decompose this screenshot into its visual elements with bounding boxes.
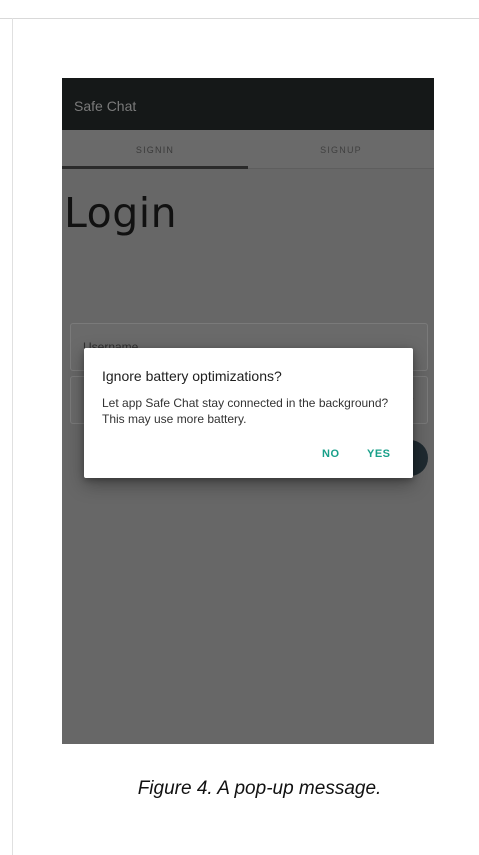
tab-signup[interactable]: SIGNUP [248,130,434,168]
app-title: Safe Chat [74,98,137,114]
page-border-left [12,18,13,855]
dialog-message: Let app Safe Chat stay connected in the … [102,396,389,426]
page-border-top [0,18,479,19]
document-page: Safe Chat SIGNIN SIGNUP Login Username ●… [0,0,479,855]
figure-caption: Figure 4. A pop-up message. [137,778,382,799]
tab-bar: SIGNIN SIGNUP [62,130,434,169]
dialog-no-button[interactable]: NO [322,448,340,460]
tab-selected-indicator [62,166,248,169]
tab-signin[interactable]: SIGNIN [62,130,248,168]
login-heading: Login [64,189,178,237]
dialog-title: Ignore battery optimizations? [102,368,282,384]
dialog-yes-button[interactable]: YES [367,448,391,460]
app-bar: Safe Chat [62,78,434,130]
battery-optimization-dialog: Ignore battery optimizations? Let app Sa… [84,348,413,478]
